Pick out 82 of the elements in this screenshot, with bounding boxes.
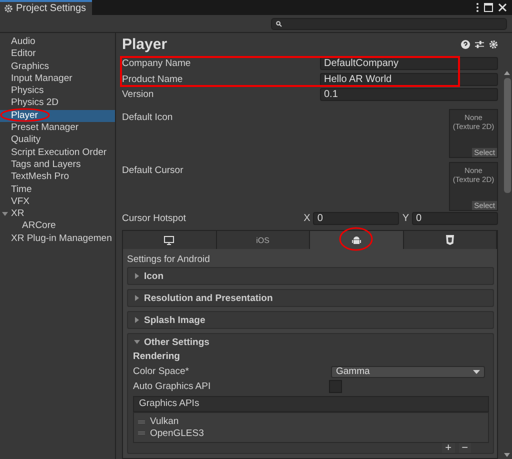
foldout-title: Splash Image xyxy=(144,314,206,326)
foldout-title: Resolution and Presentation xyxy=(144,292,273,304)
highlight-circle xyxy=(339,227,374,251)
text-field[interactable]: DefaultCompany xyxy=(320,57,498,70)
more-icon[interactable] xyxy=(476,3,479,12)
list-item[interactable]: OpenGLES3 xyxy=(134,428,488,439)
sliders-icon[interactable] xyxy=(475,40,484,49)
sidebar-item[interactable]: XR xyxy=(0,208,115,220)
scroll-down-icon[interactable] xyxy=(504,453,510,457)
field-label: Default Cursor xyxy=(122,164,184,178)
foldout-title: Icon xyxy=(144,270,164,282)
monitor-icon xyxy=(164,236,174,244)
field-label: Company Name xyxy=(122,58,191,70)
dropdown-arrow-icon xyxy=(473,370,480,374)
sidebar-item[interactable]: Physics xyxy=(0,85,115,98)
scrollbar-thumb[interactable] xyxy=(504,78,510,193)
page-title: Player xyxy=(122,36,168,53)
sidebar-item[interactable]: Physics 2D xyxy=(0,97,115,110)
foldout-header[interactable]: Resolution and Presentation xyxy=(128,290,493,306)
sidebar-item[interactable]: Player xyxy=(0,110,115,122)
foldout-title: Other Settings xyxy=(144,336,210,348)
sidebar-item[interactable]: Time xyxy=(0,184,115,196)
platform-tab[interactable] xyxy=(123,231,216,249)
sidebar-item[interactable]: Preset Manager xyxy=(0,122,115,134)
search-icon xyxy=(276,20,282,26)
html5-icon xyxy=(446,235,454,245)
platform-tab[interactable] xyxy=(404,231,497,249)
scroll-up-icon[interactable] xyxy=(504,71,510,75)
api-name: OpenGLES3 xyxy=(150,428,204,439)
close-icon[interactable] xyxy=(498,3,507,12)
settings-icon xyxy=(4,4,13,13)
add-button[interactable]: + xyxy=(442,443,455,453)
list-item[interactable]: Vulkan xyxy=(134,416,488,428)
window-tab[interactable]: Project Settings xyxy=(0,0,92,15)
android-icon xyxy=(352,235,361,245)
number-field[interactable]: 0 xyxy=(313,212,400,225)
highlight-ellipse xyxy=(0,108,50,122)
section-heading: Settings for Android xyxy=(127,253,211,267)
settings-icon[interactable] xyxy=(489,40,498,49)
drag-handle-icon[interactable] xyxy=(138,431,145,436)
platform-tab[interactable]: iOS xyxy=(216,231,310,249)
list-header: Graphics APIs xyxy=(133,396,489,412)
maximize-icon[interactable] xyxy=(484,3,493,12)
sidebar-item[interactable]: VFX xyxy=(0,196,115,208)
window-title: Project Settings xyxy=(16,3,86,14)
expand-arrow-icon xyxy=(134,273,140,279)
sidebar-item[interactable]: Graphics xyxy=(0,60,115,73)
field-label: Version xyxy=(122,89,154,100)
drag-handle-icon[interactable] xyxy=(138,420,145,424)
text-field[interactable]: 0.1 xyxy=(320,88,498,102)
expand-arrow-icon xyxy=(134,295,140,301)
sidebar-item[interactable]: Tags and Layers xyxy=(0,158,115,172)
sidebar-item[interactable]: Editor xyxy=(0,48,115,61)
api-name: Vulkan xyxy=(150,416,179,428)
foldout-header[interactable]: Other Settings xyxy=(128,334,493,350)
sidebar-item[interactable]: Script Execution Order xyxy=(0,146,115,159)
field-label: Auto Graphics API xyxy=(133,381,211,392)
checkbox[interactable] xyxy=(329,380,342,393)
expand-arrow-icon xyxy=(134,317,140,323)
sidebar-item[interactable]: TextMesh Pro xyxy=(0,171,115,184)
field-label: Cursor Hotspot xyxy=(122,212,186,224)
axis-label: X xyxy=(304,212,310,224)
text-field[interactable]: Hello AR World xyxy=(320,72,498,86)
help-icon[interactable] xyxy=(461,40,470,49)
sidebar-item[interactable]: ARCore xyxy=(0,220,115,233)
number-field[interactable]: 0 xyxy=(412,212,498,225)
expand-arrow-icon[interactable] xyxy=(2,211,8,218)
sidebar-item[interactable]: XR Plug-in Managemen xyxy=(0,232,115,246)
sidebar-item[interactable]: Quality xyxy=(0,134,115,147)
foldout-header[interactable]: Splash Image xyxy=(128,312,493,328)
field-label: Default Icon xyxy=(122,110,173,124)
dropdown[interactable]: Gamma xyxy=(331,366,485,378)
search-field[interactable] xyxy=(271,18,507,30)
field-label: Product Name xyxy=(122,74,183,85)
sidebar-item[interactable]: Audio xyxy=(0,36,115,48)
sidebar-item[interactable]: Input Manager xyxy=(0,72,115,86)
axis-label: Y xyxy=(402,212,409,224)
foldout-header[interactable]: Icon xyxy=(128,268,493,284)
field-label: Color Space* xyxy=(133,366,189,377)
collapse-arrow-icon xyxy=(134,339,140,345)
subheading: Rendering xyxy=(133,350,181,364)
remove-button[interactable]: − xyxy=(458,443,471,453)
